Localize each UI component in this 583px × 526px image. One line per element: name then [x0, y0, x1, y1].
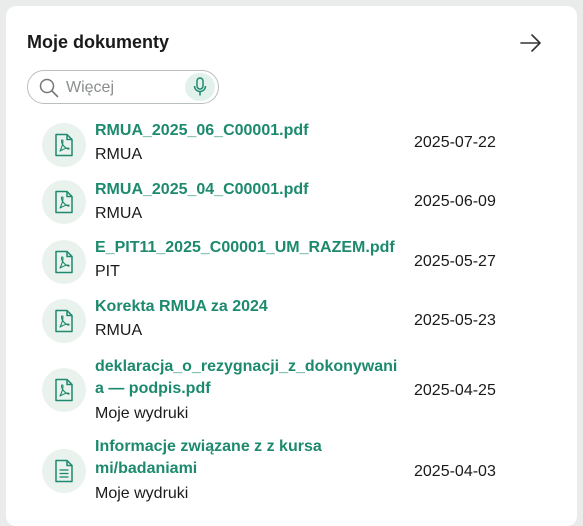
arrow-right-icon[interactable]: [520, 34, 542, 52]
text-file-icon: [42, 449, 86, 493]
document-date: 2025-05-27: [414, 253, 496, 270]
document-name[interactable]: RMUA_2025_06_C00001.pdf: [95, 120, 400, 142]
document-date: 2025-06-09: [414, 193, 496, 210]
document-category: RMUA: [95, 146, 143, 163]
document-category: RMUA: [95, 322, 143, 339]
widget-title: Moje dokumenty: [27, 32, 170, 52]
document-name[interactable]: Informacje związane z z kursami/badaniam…: [95, 436, 325, 480]
document-category: RMUA: [95, 205, 143, 222]
document-category: PIT: [95, 263, 120, 280]
document-name[interactable]: E_PIT11_2025_C00001_UM_RAZEM.pdf: [95, 237, 400, 259]
document-date: 2025-05-23: [414, 312, 496, 329]
document-date: 2025-04-03: [414, 463, 496, 480]
pdf-file-icon: [42, 240, 86, 284]
document-name[interactable]: RMUA_2025_04_C00001.pdf: [95, 179, 400, 201]
document-date: 2025-07-22: [414, 134, 496, 151]
pdf-file-icon: [42, 123, 86, 167]
my-documents-widget: Moje dokumenty Więcej RMUA_2025_06_C0000…: [6, 6, 577, 526]
document-category: Moje wydruki: [95, 485, 189, 502]
pdf-file-icon: [42, 368, 86, 412]
search-input[interactable]: [64, 75, 178, 101]
microphone-icon[interactable]: [185, 73, 215, 101]
document-row[interactable]: RMUA_2025_06_C00001.pdf RMUA 2025-07-22: [6, 116, 577, 172]
search-box: [27, 70, 219, 104]
document-name[interactable]: Korekta RMUA za 2024: [95, 296, 400, 318]
document-row[interactable]: Korekta RMUA za 2024 RMUA 2025-05-23: [6, 292, 577, 348]
document-category: Moje wydruki: [95, 405, 189, 422]
document-date: 2025-04-25: [414, 382, 496, 399]
document-row[interactable]: RMUA_2025_04_C00001.pdf RMUA 2025-06-09: [6, 175, 577, 231]
pdf-file-icon: [42, 180, 86, 224]
document-row[interactable]: Informacje związane z z kursami/badaniam…: [6, 432, 577, 512]
document-row[interactable]: deklaracja_o_rezygnacji_z_dokonywania — …: [6, 350, 577, 430]
pdf-file-icon: [42, 299, 86, 343]
document-row[interactable]: E_PIT11_2025_C00001_UM_RAZEM.pdf PIT 202…: [6, 233, 577, 289]
search-icon: [39, 78, 59, 98]
document-name[interactable]: deklaracja_o_rezygnacji_z_dokonywania — …: [95, 356, 400, 400]
